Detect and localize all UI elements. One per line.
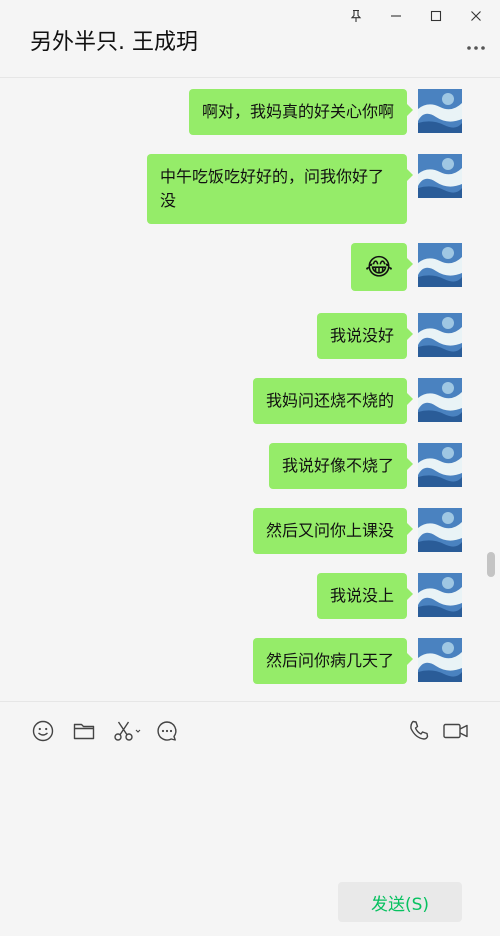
message-row: 我说好像不烧了 bbox=[268, 443, 462, 489]
send-button[interactable]: 发送(S) bbox=[338, 882, 462, 922]
message-bubble[interactable]: 然后又问你上课没 bbox=[252, 508, 414, 554]
window-controls bbox=[336, 2, 496, 30]
avatar-image bbox=[418, 443, 462, 487]
message-row: 然后问你病几天了 bbox=[252, 638, 462, 684]
avatar[interactable] bbox=[418, 638, 462, 682]
message-list[interactable]: 啊对，我妈真的好关心你啊 中午吃饭吃好好的，问我你好了没 😂 我说没好 我妈问还… bbox=[0, 79, 500, 701]
minimize-button[interactable] bbox=[376, 2, 416, 30]
message-row: 我妈问还烧不烧的 bbox=[252, 378, 462, 424]
avatar[interactable] bbox=[418, 508, 462, 552]
avatar-image bbox=[418, 508, 462, 552]
avatar-image bbox=[418, 154, 462, 198]
avatar[interactable] bbox=[418, 313, 462, 357]
chat-header: 另外半只. 王成玥 bbox=[0, 0, 500, 78]
video-icon bbox=[443, 723, 468, 739]
pin-button[interactable] bbox=[336, 2, 376, 30]
chat-scrollbar[interactable] bbox=[487, 552, 495, 577]
avatar-image bbox=[418, 378, 462, 422]
chat-history-button[interactable] bbox=[154, 718, 180, 744]
message-bubble[interactable]: 我妈问还烧不烧的 bbox=[252, 378, 414, 424]
pin-icon bbox=[350, 9, 362, 22]
avatar[interactable] bbox=[418, 573, 462, 617]
voice-call-button[interactable] bbox=[406, 718, 432, 744]
avatar[interactable] bbox=[418, 154, 462, 198]
message-bubble[interactable]: 我说好像不烧了 bbox=[268, 443, 414, 489]
avatar-image bbox=[418, 573, 462, 617]
close-button[interactable] bbox=[456, 2, 496, 30]
close-icon bbox=[471, 11, 481, 21]
emoji-button[interactable] bbox=[30, 718, 56, 744]
message-row: 我说没上 bbox=[316, 573, 462, 619]
avatar[interactable] bbox=[418, 89, 462, 133]
file-button[interactable] bbox=[71, 718, 97, 744]
message-row: 中午吃饭吃好好的，问我你好了没 bbox=[147, 154, 462, 224]
more-options-button[interactable] bbox=[464, 38, 488, 58]
message-bubble[interactable]: 啊对，我妈真的好关心你啊 bbox=[188, 89, 414, 135]
emoji-icon bbox=[32, 720, 54, 742]
chat-title: 另外半只. 王成玥 bbox=[30, 30, 198, 55]
video-call-button[interactable] bbox=[441, 718, 471, 744]
minimize-icon bbox=[391, 15, 401, 17]
avatar-image bbox=[418, 243, 462, 287]
screenshot-button[interactable] bbox=[112, 718, 142, 744]
message-bubble[interactable]: 我说没上 bbox=[316, 573, 414, 619]
emoji-message-bubble[interactable]: 😂 bbox=[350, 243, 414, 291]
avatar[interactable] bbox=[418, 243, 462, 287]
chat-bubble-icon bbox=[157, 721, 177, 741]
more-dots-icon bbox=[467, 46, 485, 50]
message-input[interactable] bbox=[20, 754, 480, 872]
message-row: 然后又问你上课没 bbox=[252, 508, 462, 554]
phone-icon bbox=[410, 720, 429, 740]
folder-icon bbox=[73, 723, 95, 740]
avatar[interactable] bbox=[418, 443, 462, 487]
message-bubble[interactable]: 我说没好 bbox=[316, 313, 414, 359]
maximize-button[interactable] bbox=[416, 2, 456, 30]
message-bubble[interactable]: 然后问你病几天了 bbox=[252, 638, 414, 684]
avatar-image bbox=[418, 313, 462, 357]
avatar-image bbox=[418, 89, 462, 133]
message-row: 😂 bbox=[350, 243, 462, 291]
avatar[interactable] bbox=[418, 378, 462, 422]
maximize-icon bbox=[430, 10, 442, 22]
message-bubble[interactable]: 中午吃饭吃好好的，问我你好了没 bbox=[147, 154, 413, 224]
input-area: 发送(S) bbox=[0, 701, 500, 936]
avatar-image bbox=[418, 638, 462, 682]
message-row: 啊对，我妈真的好关心你啊 bbox=[188, 89, 462, 135]
scissors-icon bbox=[114, 721, 141, 741]
message-row: 我说没好 bbox=[316, 313, 462, 359]
